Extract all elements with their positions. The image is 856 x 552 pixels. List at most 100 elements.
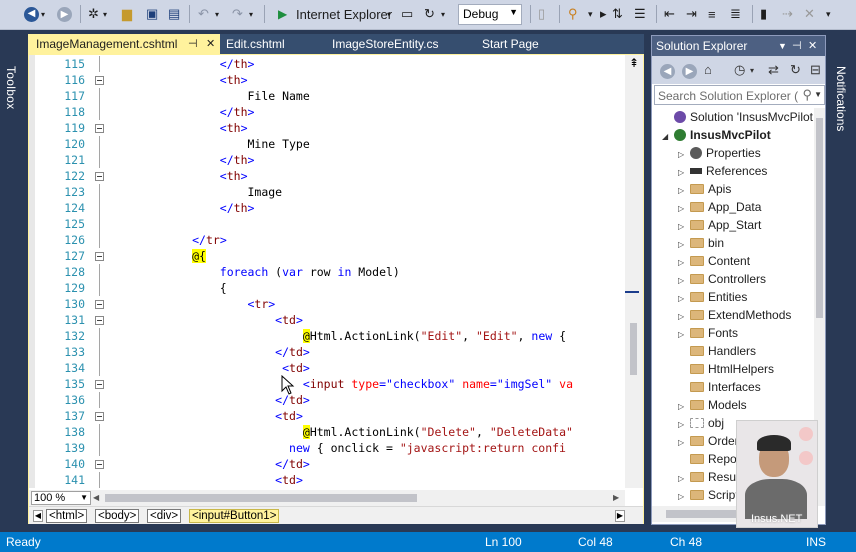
expand-arrow-icon[interactable]: ▷ <box>678 488 690 506</box>
home-icon[interactable]: ⌂ <box>704 62 712 77</box>
pin-icon[interactable]: ⊣ <box>188 34 198 54</box>
scroll-right-icon[interactable]: ▶ <box>613 493 619 502</box>
open-folder-icon[interactable]: ▆ <box>122 4 132 24</box>
tree-item[interactable]: ▷ obj <box>678 414 724 432</box>
comment-icon[interactable]: ≡ <box>708 4 716 24</box>
tree-item[interactable]: HtmlHelpers <box>678 360 774 378</box>
breadcrumb-left-icon[interactable]: ◀ <box>33 510 43 522</box>
bookmark-icon[interactable]: ▮ <box>760 4 767 24</box>
redo-dropdown-icon[interactable]: ▾ <box>249 4 253 24</box>
find-dropdown-icon[interactable]: ▾ <box>588 4 593 24</box>
forward-icon[interactable]: ▶ <box>57 4 72 24</box>
tab-start-page[interactable]: Start Page <box>476 34 576 54</box>
toolbox-tab[interactable]: Toolbox <box>4 66 18 109</box>
pin-icon[interactable]: ⊣ <box>792 36 802 56</box>
clear-bookmarks-icon[interactable]: ✕ <box>804 4 815 24</box>
collapse-toggle-icon[interactable] <box>93 408 105 424</box>
find-icon[interactable]: ⚲ <box>568 4 578 24</box>
indent-icon[interactable]: ⇥ <box>686 4 697 24</box>
notifications-tab[interactable]: Notifications <box>834 66 848 131</box>
tab-imagestoreentity[interactable]: ImageStoreEntity.cs <box>326 34 466 54</box>
back-icon[interactable]: ◀ <box>660 62 675 79</box>
tree-item[interactable]: ▷ Controllers <box>678 270 766 288</box>
scroll-left-icon[interactable]: ◀ <box>93 493 99 502</box>
solution-search-input[interactable]: Search Solution Explorer ( ⚲ ▼ <box>654 85 825 105</box>
bookmark-list-icon[interactable]: ☰ <box>634 4 646 24</box>
new-item-dropdown-icon[interactable]: ▾ <box>103 4 107 24</box>
tree-item[interactable]: ▷ App_Start <box>678 216 761 234</box>
redo-icon[interactable]: ↷ <box>232 4 243 24</box>
tree-item[interactable]: ▷ Fonts <box>678 324 738 342</box>
pending-dropdown-icon[interactable]: ▾ <box>750 66 754 75</box>
code-editor[interactable]: 115 116 117 118 119 120 121 122 123 124 125 126 127 1… <box>28 54 644 524</box>
horizontal-scroll-thumb[interactable] <box>105 494 417 502</box>
scroll-thumb[interactable] <box>666 510 746 518</box>
tree-item[interactable]: ▷ Entities <box>678 288 747 306</box>
save-all-icon[interactable]: ▤ <box>168 4 180 24</box>
new-item-icon[interactable]: ✲ <box>88 4 99 24</box>
breadcrumb-html[interactable]: <html> <box>46 509 88 523</box>
tree-item[interactable]: ▷ Models <box>678 396 747 414</box>
toolbar-overflow-icon[interactable]: ▾ <box>826 4 831 24</box>
forward-icon[interactable]: ▶ <box>682 62 697 79</box>
tab-edit[interactable]: Edit.cshtml <box>220 34 320 54</box>
tree-item[interactable]: ◢ InsusMvcPilot <box>662 126 771 144</box>
refresh-dropdown-icon[interactable]: ▾ <box>441 4 445 24</box>
window-position-icon[interactable]: ▼ <box>778 36 787 56</box>
collapse-toggle-icon[interactable] <box>93 456 105 472</box>
run-dropdown-icon[interactable]: ▾ <box>387 4 391 24</box>
breadcrumb-input[interactable]: <input#Button1> <box>189 509 280 523</box>
tree-item[interactable]: ▷ Orders <box>678 432 745 450</box>
run-icon[interactable]: ▶ <box>278 4 287 24</box>
breadcrumb-div[interactable]: <div> <box>147 509 182 523</box>
config-select[interactable]: Debug ▼ <box>458 4 522 25</box>
collapse-toggle-icon[interactable] <box>93 168 105 184</box>
next-bookmark-icon[interactable]: ⇢ <box>782 4 793 24</box>
tree-item[interactable]: ▷ App_Data <box>678 198 761 216</box>
code-text[interactable]: </th> <th> File Name </th> <th> Mine Typ… <box>109 56 629 488</box>
tree-item[interactable]: Solution 'InsusMvcPilot <box>662 108 813 126</box>
tree-item[interactable]: ▷ Properties <box>678 144 761 162</box>
editor-vertical-scrollbar[interactable]: ⇞ <box>625 55 643 488</box>
collapse-toggle-icon[interactable] <box>93 376 105 392</box>
device-icon[interactable]: ▯ <box>538 4 545 24</box>
more-icon[interactable]: ▸ <box>600 4 607 24</box>
scroll-thumb[interactable] <box>816 118 823 318</box>
collapse-toggle-icon[interactable] <box>93 72 105 88</box>
tree-item[interactable]: Interfaces <box>678 378 761 396</box>
back-icon[interactable]: ◀ <box>24 4 39 24</box>
outdent-icon[interactable]: ⇤ <box>664 4 675 24</box>
zoom-select[interactable]: 100 % ▼ <box>31 491 91 505</box>
browser-icon[interactable]: ▭ <box>401 4 413 24</box>
tree-item[interactable]: ▷ Apis <box>678 180 731 198</box>
uncomment-icon[interactable]: ≣ <box>730 4 741 24</box>
tree-item[interactable]: ▷ ExtendMethods <box>678 306 791 324</box>
breadcrumb-body[interactable]: <body> <box>95 509 140 523</box>
pending-changes-icon[interactable]: ◷ <box>734 62 745 78</box>
collapse-all-icon[interactable]: ⊟ <box>810 62 821 78</box>
close-icon[interactable]: ✕ <box>808 36 817 56</box>
sort-icon[interactable]: ⇅ <box>612 4 623 24</box>
breadcrumb-right-icon[interactable]: ▶ <box>615 510 625 522</box>
expand-arrow-icon[interactable]: ◢ <box>662 128 674 146</box>
refresh-icon[interactable]: ↻ <box>424 4 435 24</box>
collapse-toggle-icon[interactable] <box>93 312 105 328</box>
refresh-icon[interactable]: ↻ <box>790 62 801 78</box>
tree-item[interactable]: Handlers <box>678 342 756 360</box>
tab-imagemanagement[interactable]: ImageManagement.cshtml ⊣ ✕ <box>28 34 220 54</box>
sync-icon[interactable]: ⇄ <box>768 62 779 78</box>
close-icon[interactable]: ✕ <box>206 34 215 54</box>
split-icon[interactable]: ⇞ <box>627 57 641 69</box>
collapse-toggle-icon[interactable] <box>93 120 105 136</box>
undo-dropdown-icon[interactable]: ▾ <box>215 4 219 24</box>
tree-item[interactable]: ▷ Content <box>678 252 750 270</box>
tree-item[interactable]: ▷ bin <box>678 234 724 252</box>
chevron-down-icon[interactable]: ▼ <box>814 90 822 99</box>
save-icon[interactable]: ▣ <box>146 4 158 24</box>
scroll-thumb[interactable] <box>630 323 637 375</box>
collapse-toggle-icon[interactable] <box>93 248 105 264</box>
back-dropdown-icon[interactable]: ▾ <box>41 4 45 24</box>
undo-icon[interactable]: ↶ <box>198 4 209 24</box>
tree-item[interactable]: ▷ Scripts <box>678 486 745 504</box>
run-button[interactable]: Internet Explorer <box>296 4 392 24</box>
